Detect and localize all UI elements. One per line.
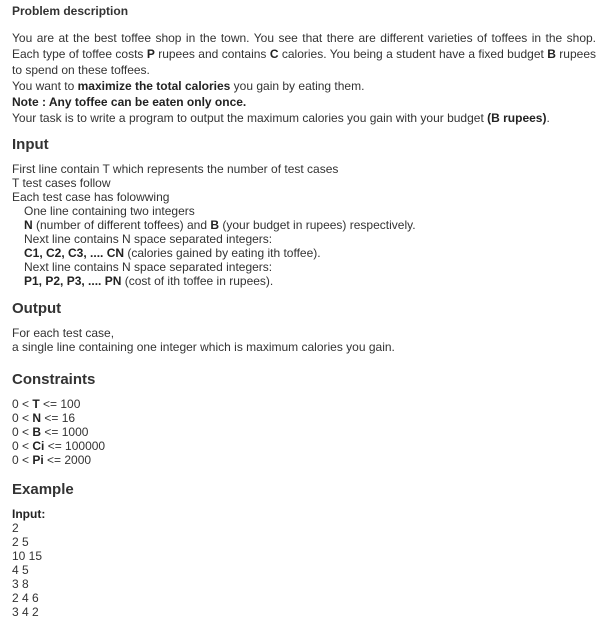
constraint-pre: 0 <	[12, 397, 33, 411]
desc-bold-budget: (B rupees)	[487, 111, 547, 125]
example-line: 3 8	[12, 577, 29, 591]
desc-text: .	[546, 111, 550, 125]
problem-description: You are at the best toffee shop in the t…	[12, 30, 596, 126]
constraint-var: N	[32, 411, 42, 425]
constraint-var: T	[32, 397, 40, 411]
input-bold-calories: C1, C2, C3, .... CN	[24, 246, 125, 260]
example-section-title: Example	[12, 481, 74, 498]
desc-text: rupees and contains	[154, 47, 270, 61]
input-line: C1, C2, C3, .... CN (calories gained by …	[12, 246, 596, 260]
constraint-post: <= 100000	[44, 439, 106, 453]
input-section: Input First line contain T which represe…	[12, 136, 596, 288]
constraint-var: Pi	[32, 453, 44, 467]
input-bold-costs: P1, P2, P3, .... PN	[24, 274, 122, 288]
problem-title-wrap: Problem description	[12, 4, 128, 30]
desc-note-text: Note : Any toffee can be eaten only once…	[12, 95, 247, 109]
input-line: Next line contains N space separated int…	[24, 260, 273, 274]
input-bold-n: N	[24, 218, 33, 232]
example-line: 3 4 2	[12, 605, 39, 619]
problem-title: Problem description	[12, 4, 129, 18]
constraint-post: <= 2000	[43, 453, 92, 467]
input-line: N (number of different toffees) and B (y…	[12, 218, 596, 232]
example-input-label: Input:	[12, 507, 596, 521]
input-line: First line contain T which represents th…	[12, 162, 339, 176]
example-body: Input: 2 2 5 10 15 4 5 3 8 2 4 6 3 4 2	[12, 507, 596, 619]
constraint-post: <= 16	[41, 411, 76, 425]
input-section-body: First line contain T which represents th…	[12, 162, 596, 288]
desc-text: Your task is to write a program to outpu…	[12, 111, 488, 125]
constraint-post: <= 100	[39, 397, 81, 411]
input-line: P1, P2, P3, .... PN (cost of ith toffee …	[12, 274, 596, 288]
input-line: One line containing two integers	[24, 204, 195, 218]
input-bold-b: B	[210, 218, 220, 232]
output-section-title: Output	[12, 300, 62, 317]
desc-bold-maximize: maximize the total calories	[77, 79, 231, 93]
constraint-item: 0 < T <= 100	[12, 397, 596, 411]
input-line: Each test case has folowwing	[12, 190, 170, 204]
example-line: 10 15	[12, 549, 43, 563]
input-text: (your budget in rupees) respectively.	[219, 218, 416, 232]
input-text: (calories gained by eating ith toffee).	[124, 246, 321, 260]
example-line: 2 4 6	[12, 591, 39, 605]
desc-bold-b: B	[547, 47, 556, 61]
example-section: Example Input: 2 2 5 10 15 4 5 3 8 2 4 6…	[12, 481, 596, 619]
example-line: 2	[12, 521, 19, 535]
constraint-pre: 0 <	[12, 411, 33, 425]
input-section-title: Input	[12, 136, 49, 153]
constraint-pre: 0 <	[12, 453, 33, 467]
constraint-post: <= 1000	[41, 425, 89, 439]
description-paragraph-1: You are at the best toffee shop in the t…	[12, 30, 596, 78]
constraint-item: 0 < Pi <= 2000	[12, 453, 596, 467]
constraint-item: 0 < N <= 16	[12, 411, 596, 425]
constraints-list: 0 < T <= 100 0 < N <= 16 0 < B <= 1000 0…	[12, 397, 596, 467]
constraint-pre: 0 <	[12, 425, 33, 439]
example-input-label-text: Input:	[12, 507, 46, 521]
description-paragraph-2: You want to maximize the total calories …	[12, 78, 596, 94]
output-line: For each test case,	[12, 326, 115, 340]
example-line: 4 5	[12, 563, 29, 577]
description-note: Note : Any toffee can be eaten only once…	[12, 94, 596, 110]
desc-text: you gain by eating them.	[230, 79, 365, 93]
input-line: Next line contains N space separated int…	[24, 232, 273, 246]
desc-bold-p: P	[146, 47, 155, 61]
input-text: (number of different toffees) and	[32, 218, 211, 232]
constraints-section-title: Constraints	[12, 371, 96, 388]
output-line: a single line containing one integer whi…	[12, 340, 395, 354]
constraint-pre: 0 <	[12, 439, 33, 453]
output-section: Output For each test case, a single line…	[12, 300, 596, 354]
constraint-var: B	[32, 425, 42, 439]
constraint-var: Ci	[32, 439, 45, 453]
constraint-item: 0 < Ci <= 100000	[12, 439, 596, 453]
input-text: (cost of ith toffee in rupees).	[121, 274, 274, 288]
input-line: T test cases follow	[12, 176, 111, 190]
description-paragraph-3: Your task is to write a program to outpu…	[12, 110, 596, 126]
constraint-item: 0 < B <= 1000	[12, 425, 596, 439]
example-line: 2 5	[12, 535, 29, 549]
desc-text: You want to	[12, 79, 78, 93]
problem-page: Problem description You are at the best …	[0, 0, 608, 644]
desc-text: calories. You being a student have a fix…	[278, 47, 548, 61]
constraints-section: Constraints 0 < T <= 100 0 < N <= 16 0 <…	[12, 371, 596, 467]
output-section-body: For each test case, a single line contai…	[12, 326, 596, 354]
